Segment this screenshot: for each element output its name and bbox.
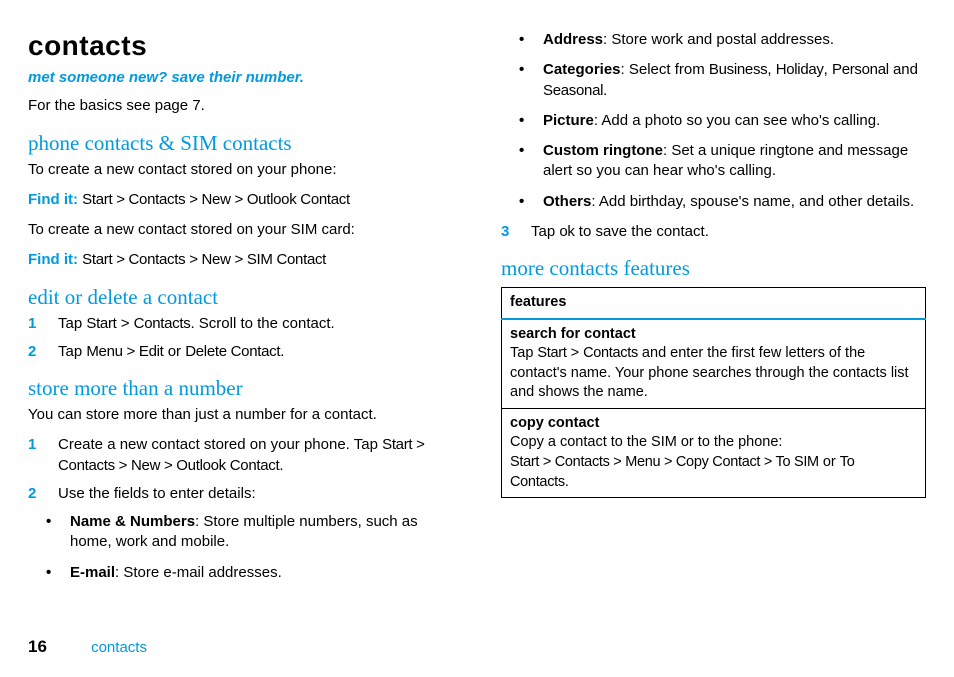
page-body: contacts met someone new? save their num…	[0, 0, 954, 593]
bullet-email: E-mail: Store e-mail addresses.	[28, 563, 453, 583]
step-3: 3 Tap ok to save the contact.	[501, 222, 926, 242]
heading-phone-sim: phone contacts & SIM contacts	[28, 131, 453, 156]
feature-body: Tap Start > Contacts and enter the first…	[510, 344, 917, 403]
page-footer: 16 contacts	[28, 637, 147, 657]
basics-line: For the basics see page 7.	[28, 96, 453, 116]
heading-edit-delete: edit or delete a contact	[28, 285, 453, 310]
step-number: 3	[501, 222, 513, 242]
left-column: contacts met someone new? save their num…	[28, 30, 453, 593]
heading-store-more: store more than a number	[28, 376, 453, 401]
bullet-picture: Picture: Add a photo so you can see who'…	[501, 111, 926, 131]
findit-path: Start > Contacts > New > SIM Contact	[82, 251, 326, 268]
bullet-ringtone: Custom ringtone: Set a unique ringtone a…	[501, 141, 926, 182]
step-2: 2 Use the fields to enter details:	[28, 484, 453, 504]
bullet-categories: Categories: Select from Business, Holida…	[501, 60, 926, 101]
step-text: Tap Start > Contacts. Scroll to the cont…	[58, 314, 453, 334]
bullet-others: Others: Add birthday, spouse's name, and…	[501, 192, 926, 212]
step-number: 1	[28, 435, 40, 476]
step-number: 2	[28, 484, 40, 504]
feature-copy: copy contact Copy a contact to the SIM o…	[502, 408, 926, 497]
step-text: Use the fields to enter details:	[58, 484, 453, 504]
right-column: Address: Store work and postal addresses…	[501, 30, 926, 593]
findit-label: Find it:	[28, 191, 78, 208]
step-number: 2	[28, 342, 40, 362]
features-header: features	[502, 288, 926, 319]
feature-title: copy contact	[510, 414, 917, 434]
step-text: Create a new contact stored on your phon…	[58, 435, 453, 476]
tagline: met someone new? save their number.	[28, 68, 453, 88]
page-number: 16	[28, 637, 47, 656]
page-title: contacts	[28, 30, 453, 62]
findit-1: Find it: Start > Contacts > New > Outloo…	[28, 190, 453, 210]
step-text: Tap ok to save the contact.	[531, 222, 926, 242]
findit-path: Start > Contacts > New > Outlook Contact	[82, 191, 350, 208]
store-steps-cont: 3 Tap ok to save the contact.	[501, 222, 926, 242]
findit-label: Find it:	[28, 251, 78, 268]
store-steps: 1 Create a new contact stored on your ph…	[28, 435, 453, 504]
edit-steps: 1 Tap Start > Contacts. Scroll to the co…	[28, 314, 453, 363]
bullet-address: Address: Store work and postal addresses…	[501, 30, 926, 50]
step-number: 1	[28, 314, 40, 334]
step-1: 1 Tap Start > Contacts. Scroll to the co…	[28, 314, 453, 334]
feature-title: search for contact	[510, 325, 917, 345]
feature-body: Copy a contact to the SIM or to the phon…	[510, 433, 917, 453]
step-2: 2 Tap Menu > Edit or Delete Contact.	[28, 342, 453, 362]
sec3-intro: You can store more than just a number fo…	[28, 405, 453, 425]
step-1: 1 Create a new contact stored on your ph…	[28, 435, 453, 476]
feature-path: Start > Contacts > Menu > Copy Contact >…	[510, 453, 917, 492]
step-text: Tap Menu > Edit or Delete Contact.	[58, 342, 453, 362]
sec1-p1: To create a new contact stored on your p…	[28, 160, 453, 180]
bullet-name-numbers: Name & Numbers: Store multiple numbers, …	[28, 512, 453, 553]
field-bullets-left: Name & Numbers: Store multiple numbers, …	[28, 512, 453, 583]
feature-search: search for contact Tap Start > Contacts …	[502, 319, 926, 409]
field-bullets-right: Address: Store work and postal addresses…	[501, 30, 926, 212]
footer-section: contacts	[91, 639, 147, 656]
features-table: features search for contact Tap Start > …	[501, 287, 926, 498]
findit-2: Find it: Start > Contacts > New > SIM Co…	[28, 250, 453, 270]
sec1-p2: To create a new contact stored on your S…	[28, 220, 453, 240]
heading-more-features: more contacts features	[501, 256, 926, 281]
